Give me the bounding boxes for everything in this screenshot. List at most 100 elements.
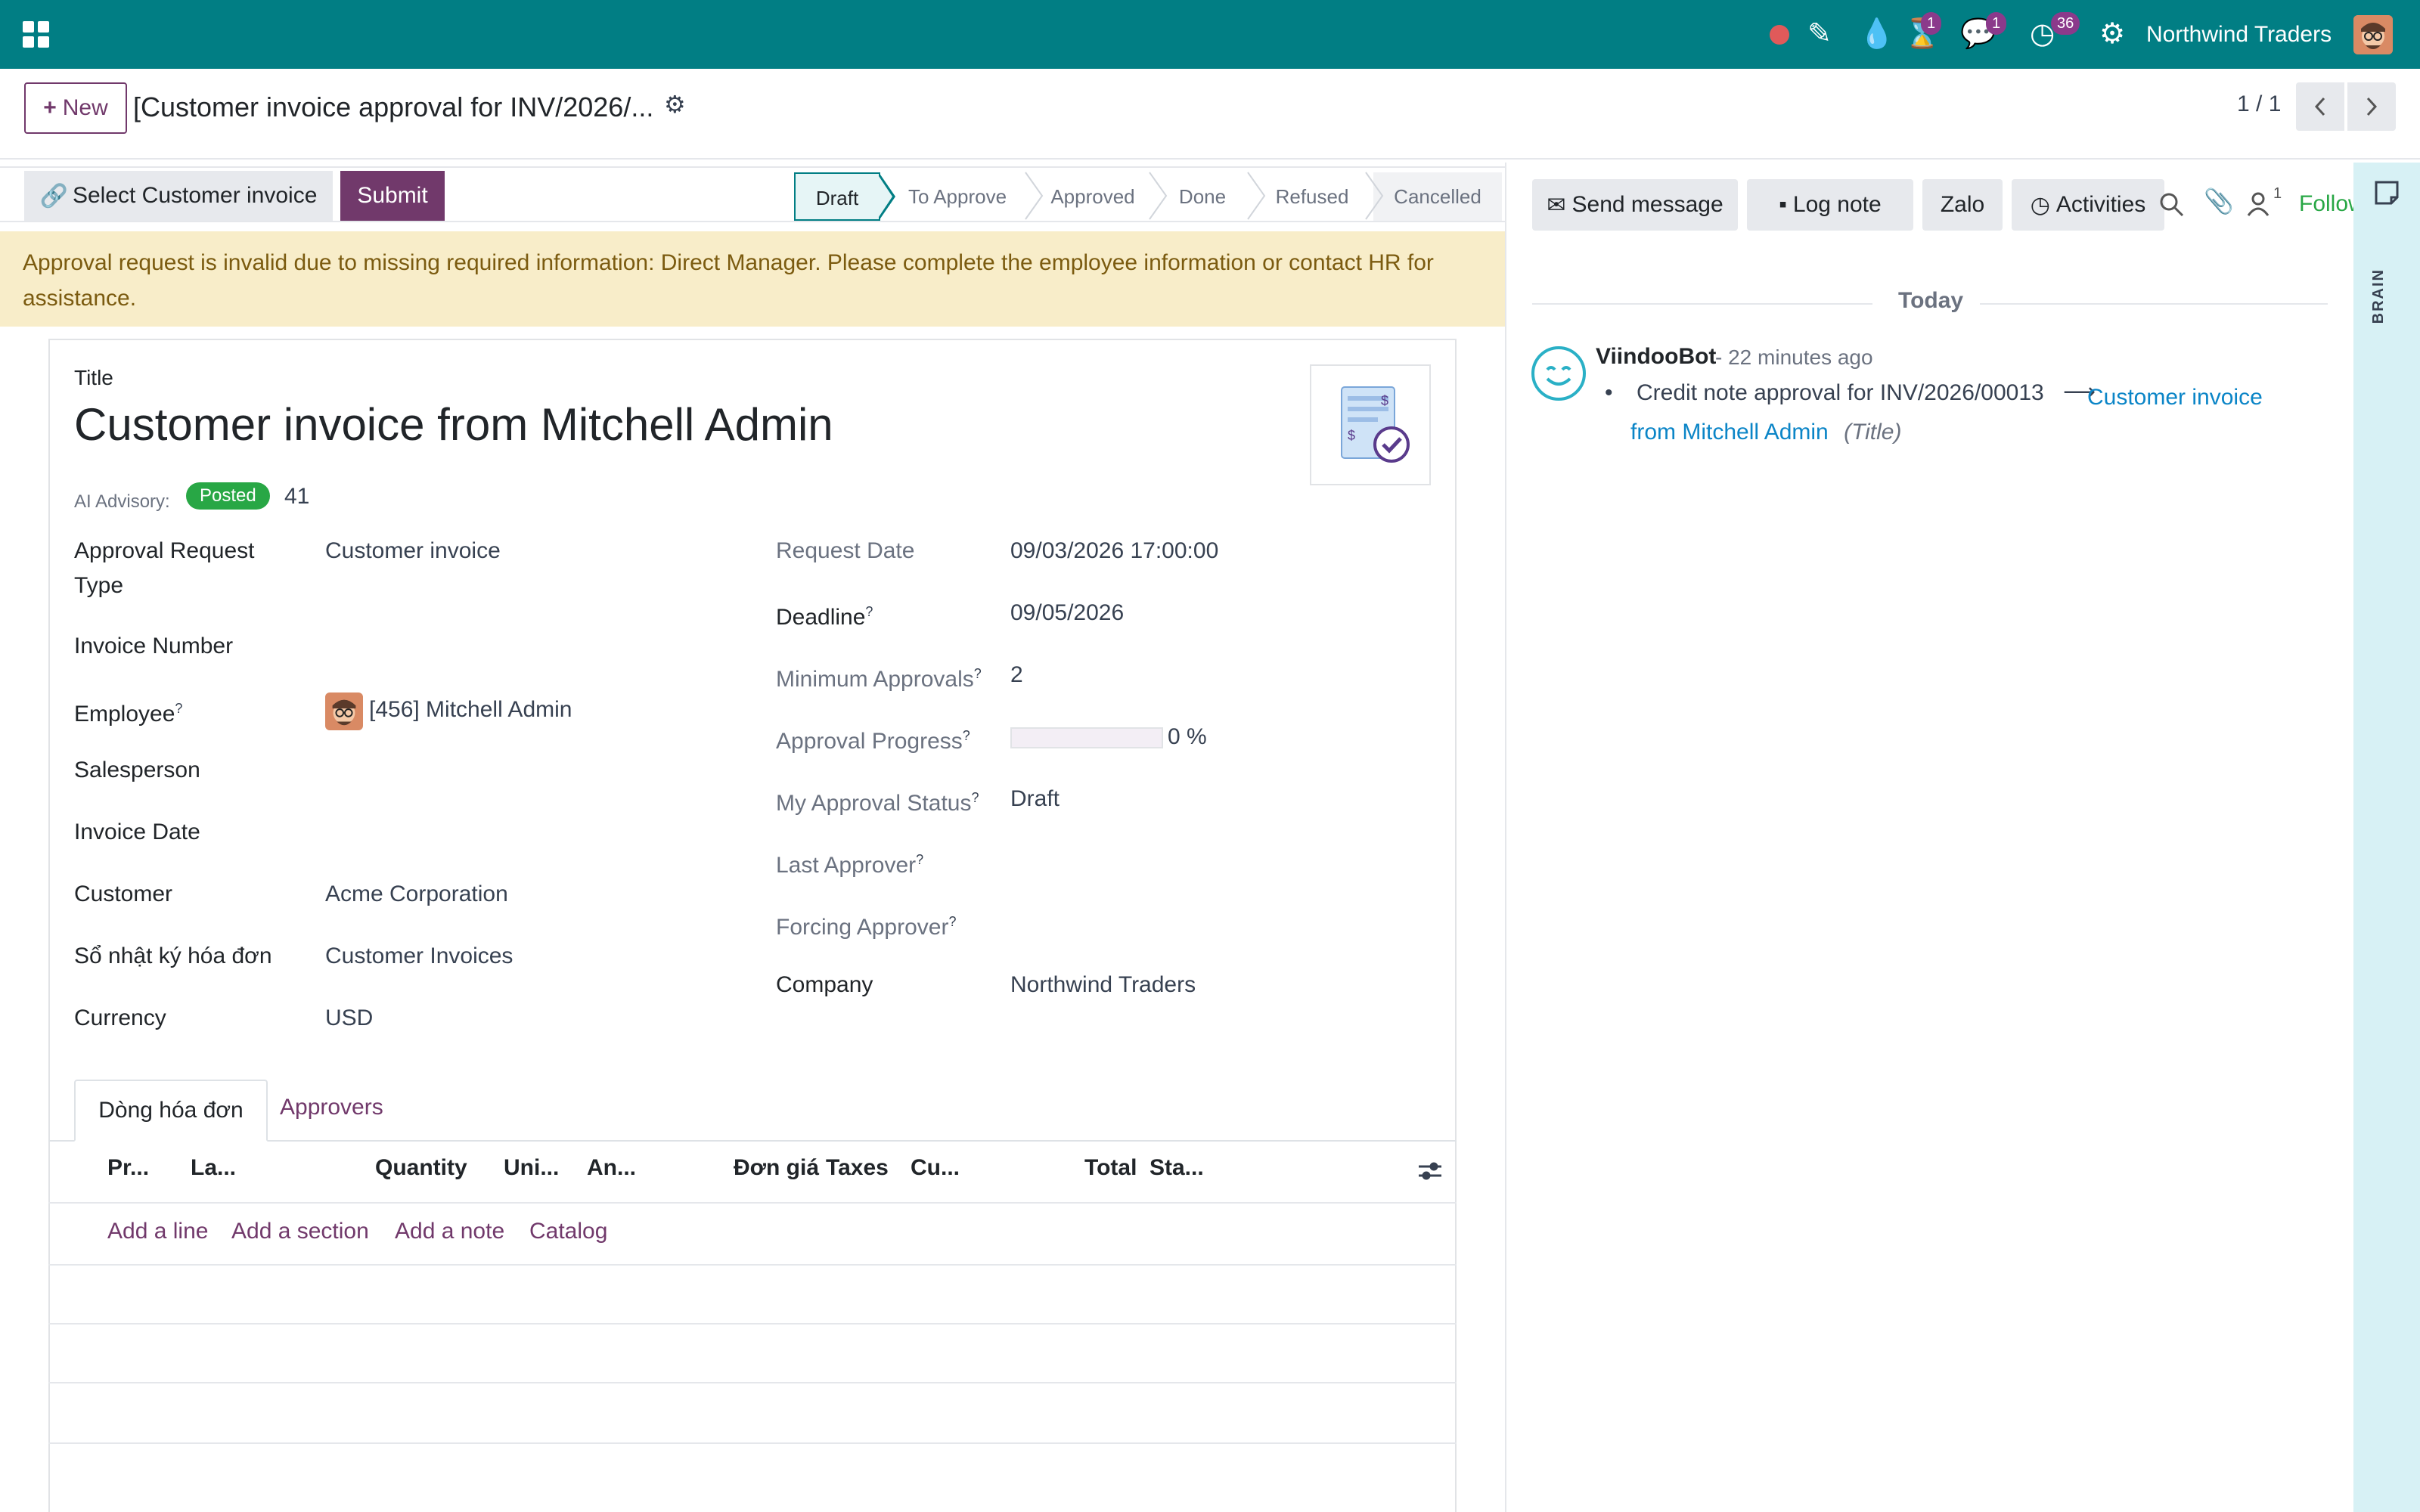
invoice-number-field[interactable] [325, 629, 688, 664]
brain-side-panel[interactable]: BRAIN [2353, 163, 2420, 1512]
followers-icon[interactable] [2245, 190, 2272, 217]
send-message-label: Send message [1571, 192, 1723, 217]
magic-wand-icon[interactable]: ✎ [1807, 17, 1832, 51]
column-analytic[interactable]: An... [587, 1155, 636, 1181]
company-value[interactable]: Northwind Traders [1010, 968, 1196, 1002]
column-quantity[interactable]: Quantity [375, 1155, 467, 1181]
help-icon[interactable]: ? [963, 728, 970, 743]
column-status[interactable]: Sta... [1150, 1155, 1204, 1181]
column-unit-price[interactable]: Đơn giá [734, 1155, 819, 1181]
record-settings-gear-icon[interactable]: ⚙ [664, 90, 686, 119]
currency-value[interactable]: USD [325, 1001, 373, 1036]
tab-invoice-lines-label: Dòng hóa đơn [98, 1098, 244, 1123]
column-taxes[interactable]: Taxes [826, 1155, 889, 1181]
help-icon[interactable]: ? [971, 790, 979, 805]
form-statusbar: 🔗 Select Customer invoice Submit Draft T… [0, 166, 1505, 222]
my-approval-status-label-text: My Approval Status [776, 791, 972, 816]
recording-dot-icon[interactable] [1770, 25, 1789, 45]
my-approval-status-label: My Approval Status? [776, 780, 979, 821]
app-menu-icon[interactable] [21, 20, 51, 50]
employee-avatar [325, 692, 363, 730]
message-author[interactable]: ViindooBot [1596, 344, 1716, 370]
help-icon[interactable]: ? [175, 701, 182, 716]
zalo-label: Zalo [1940, 192, 1985, 217]
log-note-button[interactable]: ▪ Log note [1747, 179, 1913, 231]
clock-icon: ◷ [2030, 192, 2050, 218]
column-product[interactable]: Pr... [107, 1155, 149, 1181]
add-section-link[interactable]: Add a section [231, 1219, 369, 1244]
add-line-link[interactable]: Add a line [107, 1219, 208, 1244]
activities-button[interactable]: ◷ Activities [2012, 179, 2164, 231]
log-note-label: Log note [1792, 192, 1882, 217]
min-approvals-label-text: Minimum Approvals [776, 667, 974, 692]
help-icon[interactable]: ? [974, 666, 982, 681]
help-icon[interactable]: ? [865, 604, 873, 619]
follow-button[interactable]: Follow [2299, 191, 2353, 217]
top-navbar: ✎ 💧 ⌛ 1 💬 1 ◷ 36 ⚙ Northwind Traders [0, 0, 2420, 69]
company-switcher[interactable]: Northwind Traders [2146, 18, 2332, 51]
catalog-link[interactable]: Catalog [529, 1219, 607, 1244]
record-title[interactable]: Customer invoice from Mitchell Admin [74, 396, 833, 454]
zalo-button[interactable]: Zalo [1922, 179, 2003, 231]
activities-label: Activities [2055, 192, 2146, 217]
min-approvals-value: 2 [1010, 662, 1023, 687]
followers-count: 1 [2273, 185, 2282, 202]
deadline-value[interactable]: 09/05/2026 [1010, 596, 1124, 631]
deadline-label-text: Deadline [776, 605, 866, 630]
table-row [48, 1442, 1457, 1444]
settings-gears-icon[interactable]: ⚙ [2099, 17, 2125, 51]
forcing-approver-label: Forcing Approver? [776, 904, 956, 945]
tab-approvers[interactable]: Approvers [280, 1095, 383, 1120]
date-separator-line [1532, 303, 1872, 305]
follow-label: Follow [2299, 191, 2353, 216]
column-label[interactable]: La... [191, 1155, 236, 1181]
customer-value[interactable]: Acme Corporation [325, 877, 508, 912]
table-row [48, 1264, 1457, 1266]
invalid-request-alert: Approval request is invalid due to missi… [0, 231, 1505, 327]
tracking-new-value-text: Customer invoice from Mitchell Admin [1630, 385, 2263, 445]
request-date-value[interactable]: 09/03/2026 17:00:00 [1010, 534, 1218, 569]
currency-label: Currency [74, 1005, 166, 1030]
add-note-link[interactable]: Add a note [395, 1219, 504, 1244]
employee-value[interactable]: [456] Mitchell Admin [369, 692, 572, 727]
column-currency[interactable]: Cu... [911, 1155, 960, 1181]
table-row [48, 1382, 1457, 1383]
forcing-approver-label-text: Forcing Approver [776, 915, 949, 940]
invoice-date-field[interactable] [325, 815, 688, 850]
title-label: Title [74, 366, 113, 389]
drop-icon[interactable]: 💧 [1859, 17, 1894, 51]
column-uom[interactable]: Uni... [504, 1155, 559, 1181]
new-button[interactable]: + New [24, 82, 127, 134]
optional-columns-toggle-icon[interactable] [1417, 1158, 1443, 1184]
last-approver-label-text: Last Approver [776, 853, 917, 878]
approval-progress-label: Approval Progress? [776, 718, 970, 759]
pager-next-button[interactable] [2347, 82, 2396, 131]
breadcrumb: [Customer invoice approval for INV/2026/… [133, 91, 654, 122]
pager-value[interactable]: 1 / 1 [2237, 91, 2281, 117]
approval-type-value[interactable]: Customer invoice [325, 534, 501, 569]
brain-label: BRAIN [2370, 268, 2387, 324]
paperclip-icon[interactable]: 📎 [2204, 187, 2234, 215]
control-panel: + New [Customer invoice approval for INV… [0, 69, 2420, 160]
chatter-panel: ✉ Send message ▪ Log note Zalo ◷ Activit… [1505, 163, 2353, 1512]
user-avatar[interactable] [2353, 15, 2393, 54]
journal-value[interactable]: Customer Invoices [325, 939, 513, 974]
search-icon[interactable] [2157, 190, 2187, 220]
chevron-left-icon [2314, 97, 2325, 116]
customer-label: Customer [74, 881, 173, 906]
pager-previous-button[interactable] [2296, 82, 2344, 131]
table-row [48, 1323, 1457, 1325]
column-total[interactable]: Total [1084, 1155, 1137, 1181]
sticky-note-icon[interactable] [2373, 179, 2400, 206]
invoice-number-label: Invoice Number [74, 634, 234, 658]
salesperson-field[interactable] [325, 753, 688, 788]
help-icon[interactable]: ? [916, 852, 923, 867]
tab-invoice-lines[interactable]: Dòng hóa đơn [74, 1080, 268, 1142]
help-icon[interactable]: ? [948, 914, 956, 929]
invoice-approval-image[interactable]: $ $ [1310, 364, 1431, 485]
employee-label: Employee? [74, 691, 182, 732]
chevron-right-icon [2366, 97, 2378, 116]
table-header-border [48, 1202, 1457, 1204]
send-message-button[interactable]: ✉ Send message [1532, 179, 1738, 231]
tab-approvers-label: Approvers [280, 1095, 383, 1120]
